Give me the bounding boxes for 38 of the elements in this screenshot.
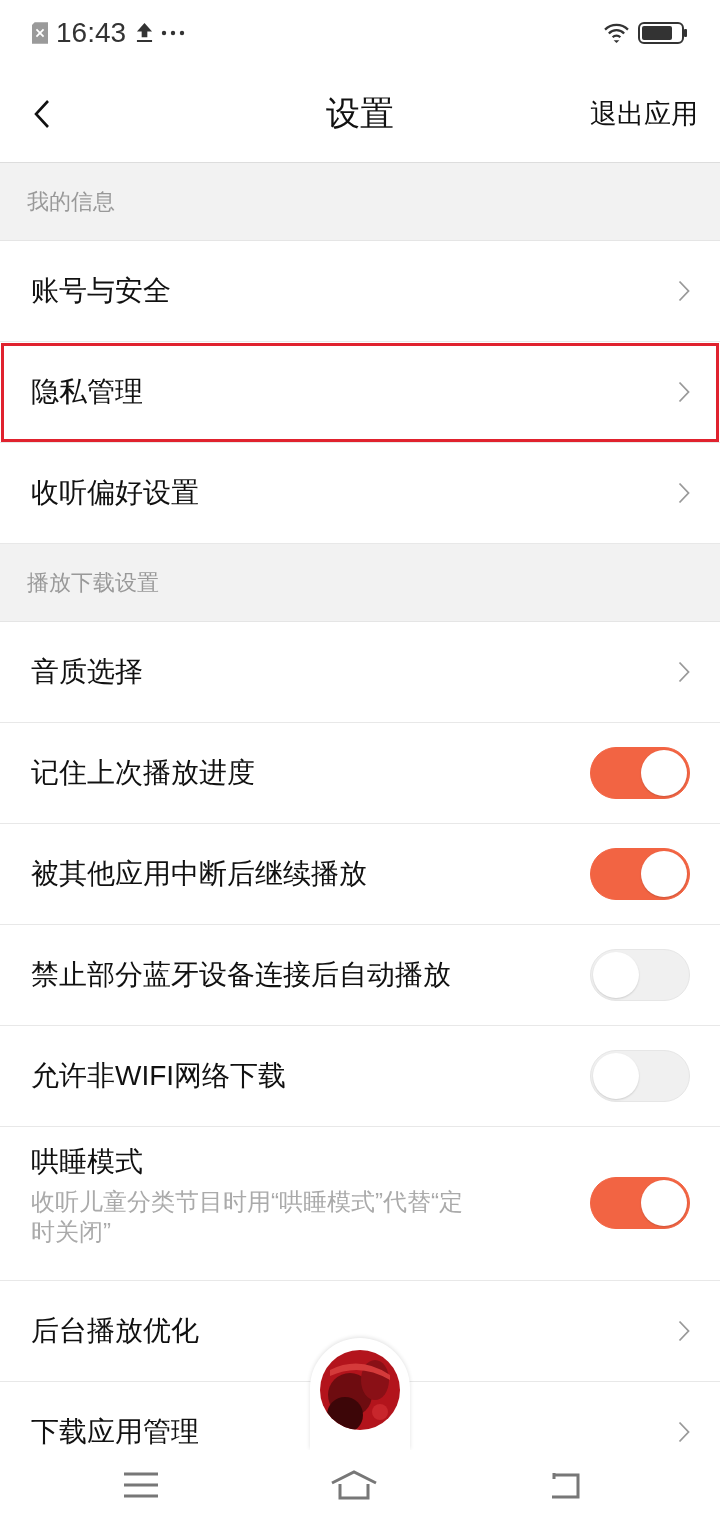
status-time: 16:43 xyxy=(56,16,127,49)
settings-row[interactable]: 音质选择 xyxy=(0,622,720,723)
section-header: 播放下载设置 xyxy=(0,544,720,622)
row-label: 记住上次播放进度 xyxy=(31,756,255,790)
row-description: 收听儿童分类节目时用“哄睡模式”代替“定时关闭” xyxy=(31,1187,464,1247)
chevron-icon xyxy=(678,661,690,683)
battery-icon xyxy=(638,21,688,44)
row-label: 隐私管理 xyxy=(31,375,143,409)
row-label: 音质选择 xyxy=(31,655,143,689)
home-icon[interactable] xyxy=(330,1470,378,1500)
row-label: 允许非WIFI网络下载 xyxy=(31,1059,287,1093)
row-label: 收听偏好设置 xyxy=(31,476,199,510)
row-label: 后台播放优化 xyxy=(31,1314,199,1348)
toggle-switch[interactable] xyxy=(590,747,690,799)
row-label: 禁止部分蓝牙设备连接后自动播放 xyxy=(31,958,451,992)
wifi-icon xyxy=(603,22,630,43)
upload-icon xyxy=(136,22,154,43)
row-label: 下载应用管理 xyxy=(31,1415,199,1449)
row-label: 账号与安全 xyxy=(31,274,171,308)
chevron-icon xyxy=(678,280,690,302)
back-nav-icon[interactable] xyxy=(550,1471,580,1499)
chevron-icon xyxy=(678,1320,690,1342)
chevron-icon xyxy=(678,482,690,504)
mini-player[interactable] xyxy=(310,1338,410,1450)
chevron-icon xyxy=(678,1421,690,1443)
settings-row[interactable]: 隐私管理 xyxy=(0,342,720,443)
settings-row[interactable]: 账号与安全 xyxy=(0,241,720,342)
exit-app-button[interactable]: 退出应用 xyxy=(586,91,702,136)
row-label: 被其他应用中断后继续播放 xyxy=(31,857,367,891)
section-header: 我的信息 xyxy=(0,163,720,241)
toggle-switch[interactable] xyxy=(590,848,690,900)
more-icon xyxy=(161,29,186,36)
toggle-switch[interactable] xyxy=(590,1177,690,1229)
sim-card-icon xyxy=(32,21,48,44)
menu-icon[interactable] xyxy=(124,1472,158,1498)
chevron-icon xyxy=(678,381,690,403)
row-label: 哄睡模式 xyxy=(31,1145,144,1179)
page-title: 设置 xyxy=(326,92,394,134)
